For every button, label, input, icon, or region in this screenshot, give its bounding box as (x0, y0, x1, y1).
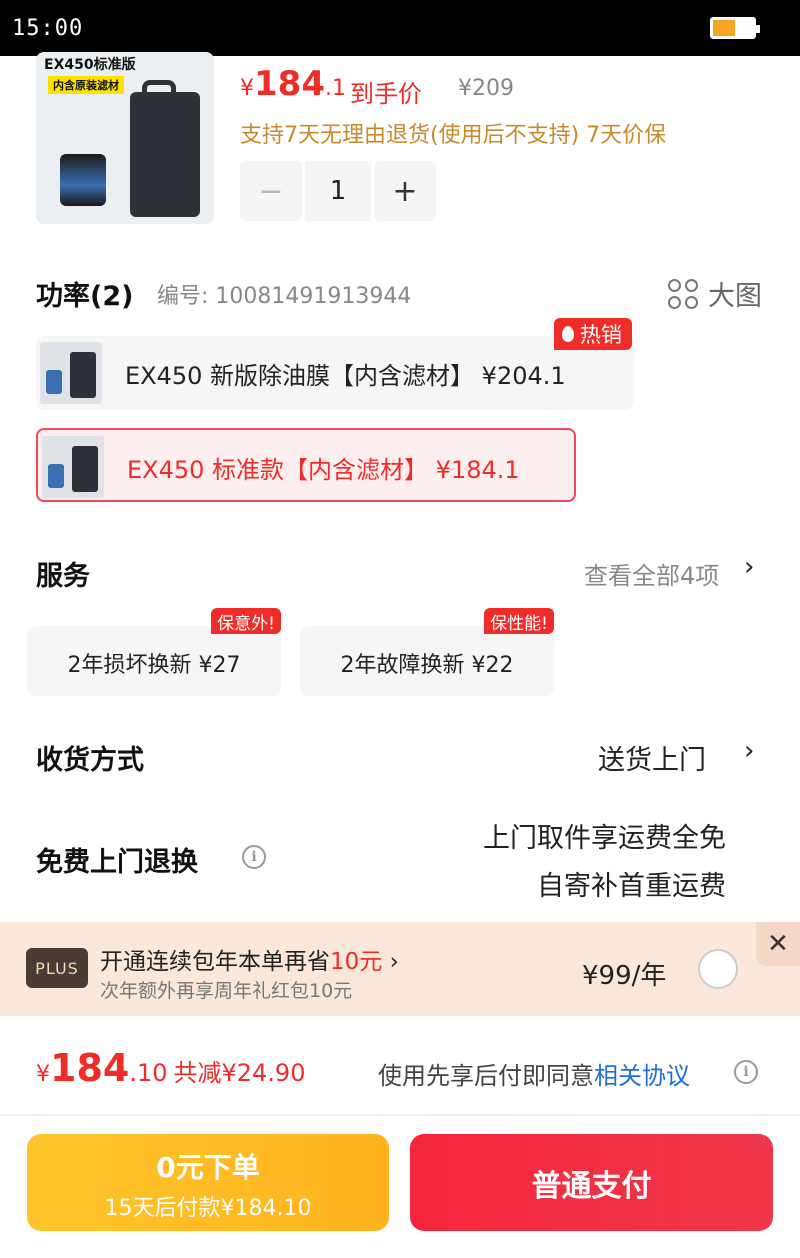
big-picture-button[interactable]: 大图 (668, 274, 762, 313)
quantity-value[interactable]: 1 (305, 161, 371, 221)
hot-sale-badge: 热销 (554, 318, 632, 350)
option-image (42, 436, 104, 498)
plus-logo: PLUS (26, 948, 88, 988)
option-image (40, 342, 102, 404)
service-label: 2年损坏换新 ¥27 (67, 653, 241, 678)
total-price: ¥184.10 共减¥24.90 (36, 1046, 306, 1090)
spec-title: 功率(2) (36, 281, 134, 312)
plus-offer-text: 开通连续包年本单再省10元 › (100, 949, 399, 975)
info-icon[interactable]: i (734, 1060, 758, 1084)
plus-price: ¥99/年 (582, 961, 667, 991)
product-number: 编号: 10081491913944 (157, 284, 412, 309)
plus-membership-banner[interactable]: PLUS 开通连续包年本单再省10元 › 次年额外再享周年礼红包10元 ¥99/… (0, 922, 800, 1016)
service-item-fault[interactable]: 2年故障换新 ¥22 保性能! (300, 608, 554, 696)
status-bar: 15:00 (0, 0, 800, 56)
grid-icon (668, 278, 698, 309)
thumb-title: EX450标准版 (44, 57, 136, 73)
discount-total: 共减¥24.90 (173, 1059, 306, 1087)
divider (0, 1114, 800, 1116)
product-thumbnail[interactable]: EX450标准版 内含原装滤材 (36, 52, 214, 224)
chevron-right-icon[interactable]: › (744, 552, 754, 582)
service-item-damage[interactable]: 2年损坏换新 ¥27 保意外! (27, 608, 281, 696)
view-all-services-link[interactable]: 查看全部4项 (584, 556, 719, 591)
service-badge: 保性能! (484, 608, 554, 634)
agreement-link[interactable]: 相关协议 (594, 1062, 690, 1090)
option-label: EX450 新版除油膜【内含滤材】 ¥204.1 (125, 362, 566, 390)
increment-button[interactable]: + (374, 161, 436, 221)
plus-offer-subtext: 次年额外再享周年礼红包10元 (100, 980, 353, 1002)
return-line-1: 上门取件享运费全免 (483, 823, 726, 854)
delivery-title: 收货方式 (36, 745, 144, 776)
spec-option-new[interactable]: EX450 新版除油膜【内含滤材】 ¥204.1 (36, 336, 634, 410)
flame-icon (562, 326, 574, 342)
big-picture-label: 大图 (708, 281, 762, 312)
spec-option-standard[interactable]: EX450 标准款【内含滤材】 ¥184.1 (36, 428, 576, 502)
price-label: 到手价 (350, 80, 422, 108)
option-label: EX450 标准款【内含滤材】 ¥184.1 (127, 456, 520, 484)
original-price: ¥209 (458, 76, 514, 101)
service-label: 2年故障换新 ¥22 (340, 653, 514, 678)
service-badge: 保意外! (211, 608, 281, 634)
status-time: 15:00 (12, 16, 84, 41)
close-icon[interactable]: ✕ (756, 922, 800, 966)
return-line-2: 自寄补首重运费 (537, 871, 726, 902)
return-policy-note: 支持7天无理由退货(使用后不支持) 7天价保 (240, 123, 667, 148)
quantity-stepper: − 1 + (240, 161, 436, 221)
info-icon[interactable]: i (242, 845, 266, 869)
product-price: ¥184.1 (240, 64, 346, 104)
agreement-text: 使用先享后付即同意相关协议 (378, 1062, 690, 1090)
battery-icon (710, 17, 760, 39)
delivery-method[interactable]: 送货上门 (598, 738, 706, 777)
plus-radio[interactable] (698, 949, 738, 989)
free-return-title: 免费上门退换 (36, 847, 198, 878)
decrement-button[interactable]: − (240, 161, 302, 221)
normal-pay-button[interactable]: 普通支付 (410, 1134, 773, 1231)
thumb-tag: 内含原装滤材 (48, 76, 124, 94)
pay-later-button[interactable]: 0元下单 15天后付款¥184.10 (27, 1134, 389, 1231)
chevron-right-icon[interactable]: › (744, 736, 754, 766)
service-title: 服务 (36, 561, 90, 592)
